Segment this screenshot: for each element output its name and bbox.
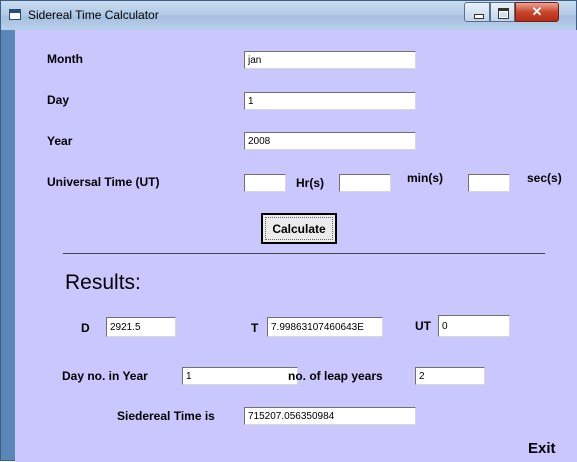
minimize-icon: [474, 14, 484, 19]
d-label: D: [81, 321, 90, 335]
d-field[interactable]: [106, 317, 176, 337]
exit-button[interactable]: Exit: [528, 440, 556, 457]
minutes-field[interactable]: [339, 174, 391, 192]
day-field[interactable]: [244, 92, 416, 110]
year-field[interactable]: [244, 132, 416, 150]
maximize-button[interactable]: [490, 2, 515, 22]
title-bar[interactable]: Sidereal Time Calculator ✕: [1, 1, 576, 30]
window-title: Sidereal Time Calculator: [28, 8, 159, 22]
calculate-button-label: Calculate: [265, 217, 333, 240]
month-field[interactable]: [244, 51, 416, 69]
ut-result-label: UT: [415, 319, 431, 333]
results-heading: Results:: [65, 271, 141, 294]
ut-result-field[interactable]: [438, 315, 510, 337]
app-window: Sidereal Time Calculator ✕ Month Day Yea…: [0, 0, 577, 462]
form-area: Month Day Year Universal Time (UT) Hr(s)…: [15, 30, 577, 462]
maximize-icon: [498, 8, 509, 19]
universal-time-label: Universal Time (UT): [47, 175, 160, 189]
hours-label: Hr(s): [296, 176, 325, 190]
t-field[interactable]: [267, 317, 383, 337]
month-label: Month: [47, 52, 83, 66]
sidereal-time-label: Siedereal Time is: [117, 409, 215, 423]
minimize-button[interactable]: [464, 2, 490, 22]
leap-years-label: no. of leap years: [288, 369, 383, 383]
seconds-field[interactable]: [468, 174, 510, 192]
close-icon: ✕: [531, 4, 543, 19]
day-number-field[interactable]: [182, 367, 298, 385]
calculate-button[interactable]: Calculate: [261, 213, 337, 244]
t-label: T: [251, 321, 259, 335]
app-window-icon[interactable]: [9, 9, 21, 20]
section-divider: [63, 253, 545, 254]
close-button[interactable]: ✕: [515, 2, 559, 22]
day-label: Day: [47, 93, 70, 107]
sidereal-time-field[interactable]: [244, 407, 416, 425]
hours-field[interactable]: [244, 174, 286, 192]
year-label: Year: [47, 134, 73, 148]
day-number-label: Day no. in Year: [62, 369, 148, 383]
minutes-label: min(s): [407, 171, 443, 185]
seconds-label: sec(s): [527, 171, 562, 185]
leap-years-field[interactable]: [415, 367, 485, 385]
